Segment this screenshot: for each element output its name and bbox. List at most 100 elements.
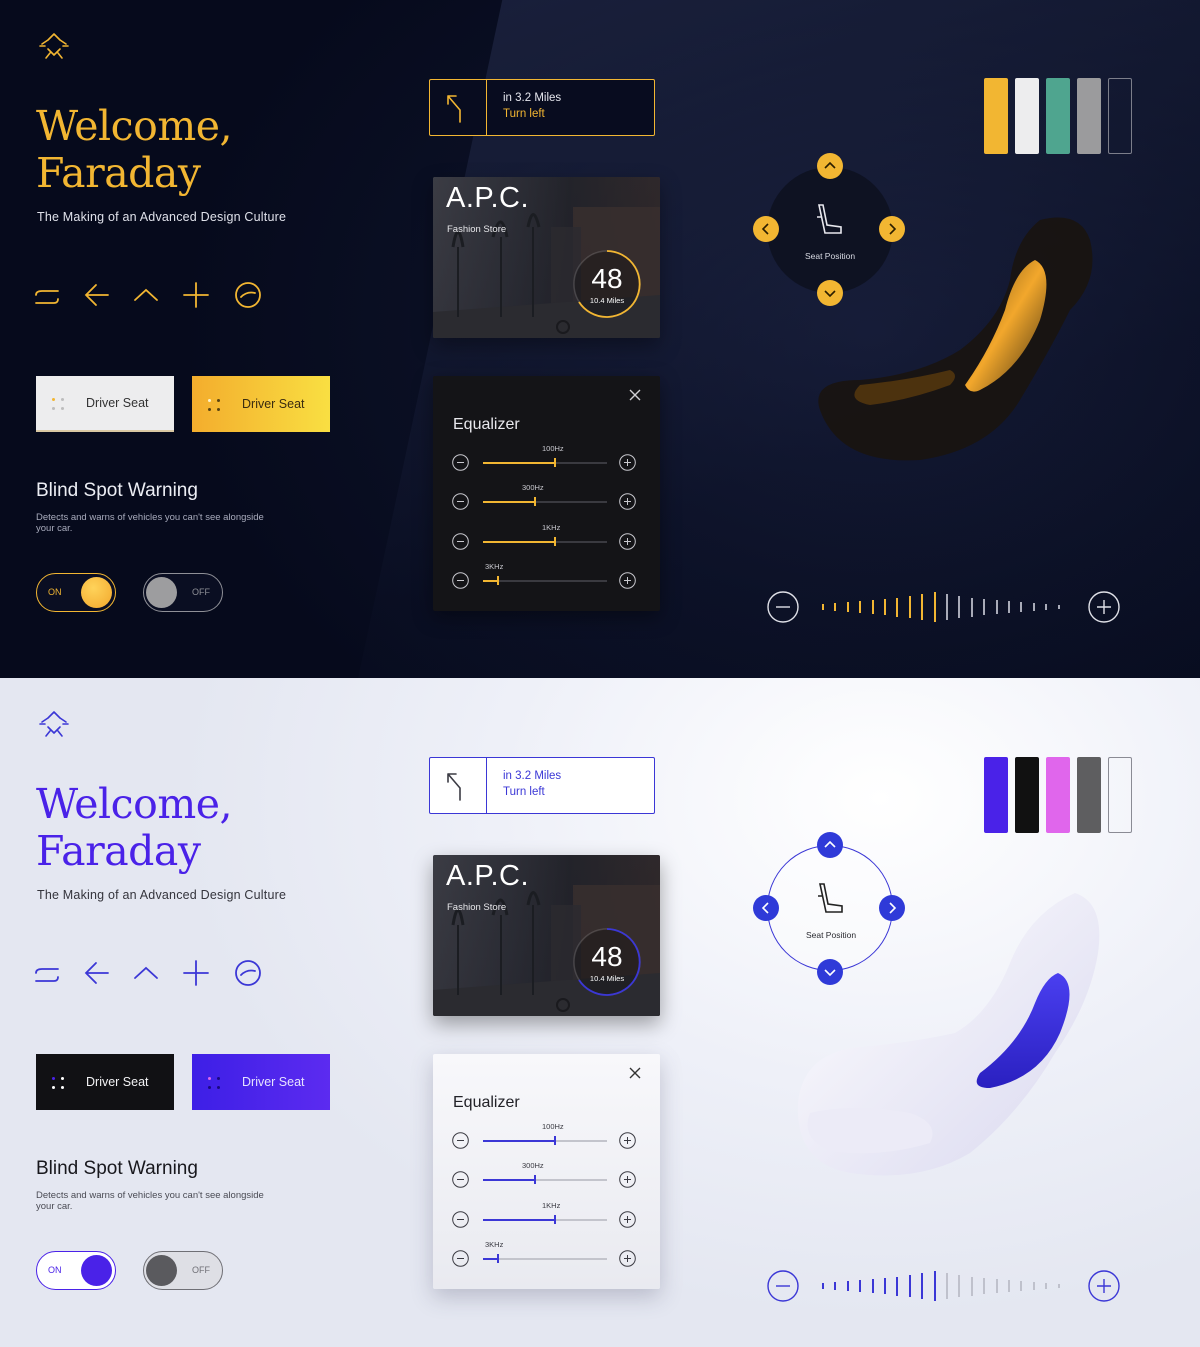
band-slider-fill [483, 1258, 497, 1260]
color-swatch[interactable] [1108, 78, 1132, 154]
band-slider-handle[interactable] [497, 576, 499, 585]
color-palette [984, 0, 1134, 160]
equalizer-panel: Equalizer 100Hz 300Hz 1KHz 3KHz [433, 1054, 660, 1289]
store-category: Fashion Store [447, 902, 507, 913]
store-value: 48 [591, 941, 623, 972]
band-slider-handle[interactable] [554, 1215, 556, 1224]
band-slider-track[interactable] [483, 580, 607, 582]
volume-bar [983, 599, 986, 615]
toggle-label: ON [48, 1265, 62, 1275]
close-icon[interactable] [629, 389, 641, 401]
volume-bar [1057, 605, 1060, 609]
blind-spot-toggle-on[interactable]: ON [36, 573, 116, 612]
plus-icon[interactable] [183, 959, 209, 987]
volume-bar [896, 1276, 899, 1296]
driver-seat-button[interactable]: Driver Seat [36, 1054, 174, 1110]
band-increase-button[interactable] [619, 454, 636, 471]
band-increase-button[interactable] [619, 533, 636, 550]
volume-increase-button[interactable] [1088, 591, 1120, 623]
band-slider-handle[interactable] [534, 497, 536, 506]
chevron-up-icon[interactable] [133, 281, 159, 309]
volume-decrease-button[interactable] [767, 1270, 799, 1302]
band-label: 300Hz [522, 1161, 544, 1170]
equalizer-band-row: 1KHz [452, 523, 642, 554]
nav-distance: in 3.2 Miles [503, 92, 562, 104]
band-slider-handle[interactable] [534, 1175, 536, 1184]
blind-spot-toggle-off[interactable]: OFF [143, 573, 223, 612]
color-swatch[interactable] [1015, 757, 1039, 833]
seat-dots-icon [208, 397, 222, 411]
band-decrease-button[interactable] [452, 1171, 469, 1188]
volume-bar [896, 597, 899, 617]
band-increase-button[interactable] [619, 572, 636, 589]
seat-up-button[interactable] [817, 832, 843, 858]
close-icon[interactable] [629, 1067, 641, 1079]
color-swatch[interactable] [1108, 757, 1132, 833]
band-slider-handle[interactable] [554, 458, 556, 467]
equalizer-band-row: 100Hz [452, 1122, 642, 1153]
driver-seat-label: Driver Seat [242, 397, 305, 411]
driver-seat-button-active[interactable]: Driver Seat [192, 376, 330, 432]
speedometer-icon[interactable] [233, 281, 263, 309]
chevron-up-icon[interactable] [133, 959, 159, 987]
volume-increase-button[interactable] [1088, 1270, 1120, 1302]
color-swatch[interactable] [1046, 757, 1070, 833]
nav-instruction: Turn left [503, 786, 545, 798]
store-card[interactable]: A.P.C. Fashion Store 48 10.4 Miles [433, 177, 660, 338]
driver-seat-button-active[interactable]: Driver Seat [192, 1054, 330, 1110]
lane-change-icon[interactable] [34, 959, 60, 987]
navigation-card[interactable]: in 3.2 Miles Turn left [429, 757, 655, 814]
color-swatch[interactable] [1077, 78, 1101, 154]
band-decrease-button[interactable] [452, 454, 469, 471]
seat-up-button[interactable] [817, 153, 843, 179]
band-decrease-button[interactable] [452, 572, 469, 589]
band-decrease-button[interactable] [452, 1211, 469, 1228]
welcome-line-2: Faraday [36, 827, 201, 875]
blind-spot-description: Detects and warns of vehicles you can't … [36, 1190, 264, 1212]
band-increase-button[interactable] [619, 1211, 636, 1228]
color-swatch[interactable] [984, 757, 1008, 833]
driver-seat-button[interactable]: Driver Seat [36, 376, 174, 432]
band-slider-handle[interactable] [497, 1254, 499, 1263]
band-label: 300Hz [522, 483, 544, 492]
equalizer-band-row: 3KHz [452, 1240, 642, 1271]
volume-bar [1008, 1280, 1010, 1292]
toggle-knob [81, 577, 112, 608]
volume-bar [1057, 1284, 1060, 1288]
band-increase-button[interactable] [619, 1250, 636, 1267]
volume-bar [946, 594, 948, 620]
arrow-left-icon[interactable] [84, 281, 110, 309]
turn-left-arrow-icon [447, 95, 461, 123]
color-swatch[interactable] [1015, 78, 1039, 154]
speedometer-icon[interactable] [233, 959, 263, 987]
color-swatch[interactable] [1046, 78, 1070, 154]
band-slider-handle[interactable] [554, 1136, 556, 1145]
band-slider-fill [483, 1219, 554, 1221]
color-swatch[interactable] [1077, 757, 1101, 833]
band-decrease-button[interactable] [452, 1250, 469, 1267]
volume-control [767, 1269, 1120, 1303]
band-decrease-button[interactable] [452, 493, 469, 510]
band-increase-button[interactable] [619, 493, 636, 510]
band-decrease-button[interactable] [452, 1132, 469, 1149]
band-decrease-button[interactable] [452, 533, 469, 550]
volume-decrease-button[interactable] [767, 591, 799, 623]
store-category: Fashion Store [447, 224, 507, 235]
seat-left-button[interactable] [753, 216, 779, 242]
arrow-left-icon[interactable] [84, 959, 110, 987]
blind-spot-toggle-on[interactable]: ON [36, 1251, 116, 1290]
navigation-card[interactable]: in 3.2 Miles Turn left [429, 79, 655, 136]
band-increase-button[interactable] [619, 1132, 636, 1149]
band-slider-handle[interactable] [554, 537, 556, 546]
band-increase-button[interactable] [619, 1171, 636, 1188]
blind-spot-toggle-off[interactable]: OFF [143, 1251, 223, 1290]
store-distance: 10.4 Miles [589, 296, 625, 305]
color-swatch[interactable] [984, 78, 1008, 154]
tagline: The Making of an Advanced Design Culture [37, 210, 287, 224]
plus-icon[interactable] [183, 281, 209, 309]
volume-bar [822, 1283, 824, 1289]
store-card[interactable]: A.P.C. Fashion Store 48 10.4 Miles [433, 855, 660, 1016]
band-slider-track[interactable] [483, 1258, 607, 1260]
seat-left-button[interactable] [753, 895, 779, 921]
lane-change-icon[interactable] [34, 281, 60, 309]
